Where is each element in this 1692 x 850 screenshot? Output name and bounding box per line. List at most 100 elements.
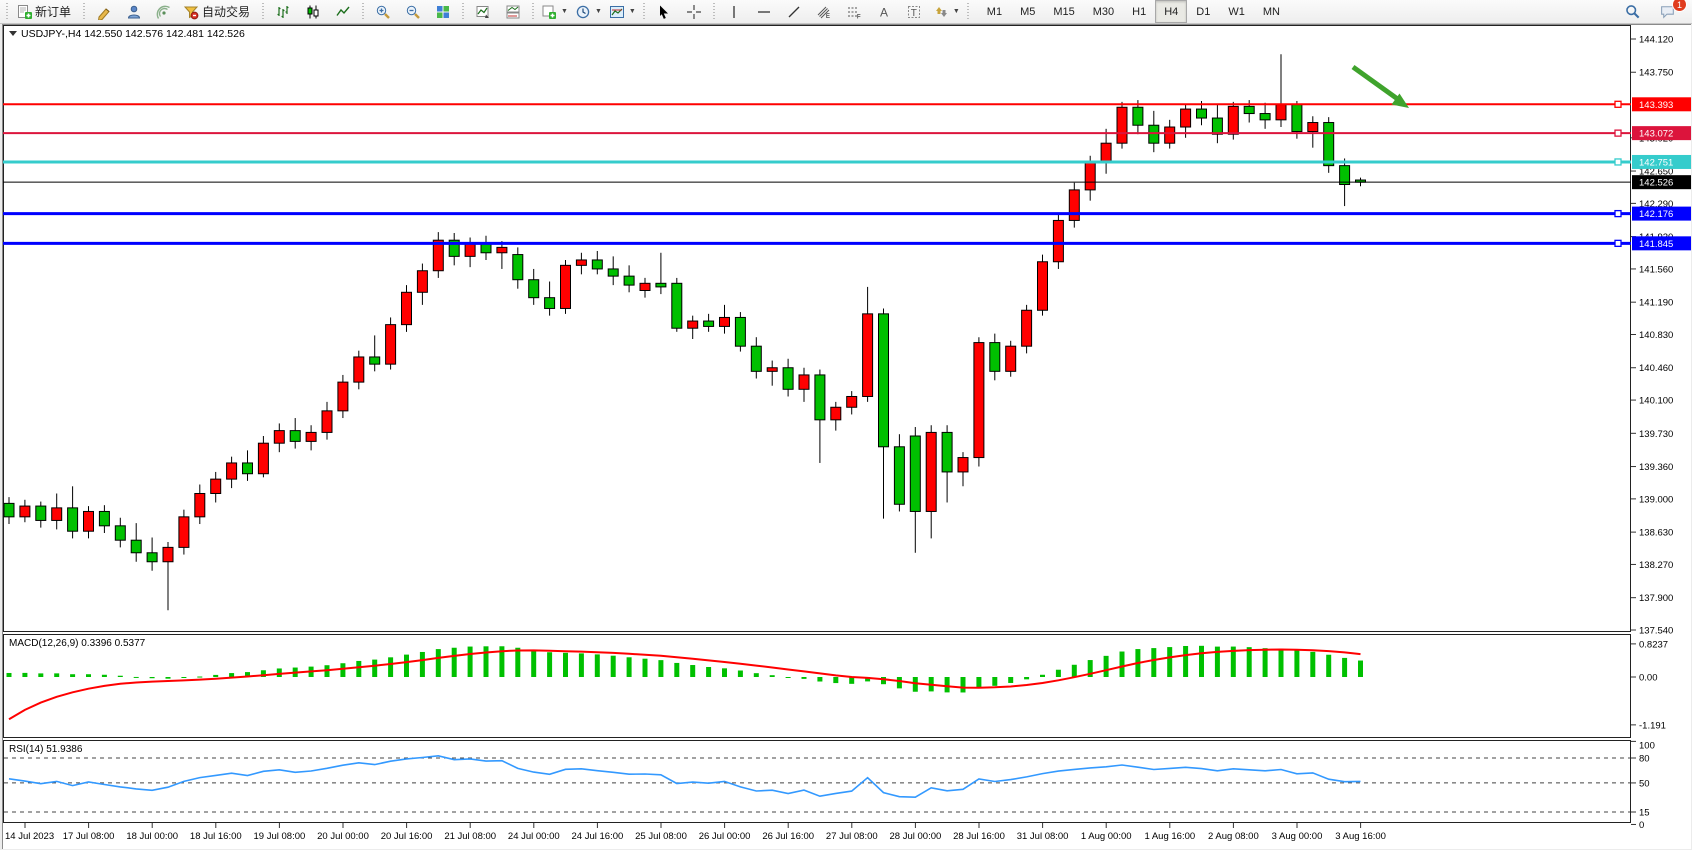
svg-text:142.751: 142.751 (1639, 157, 1673, 168)
line-chart-button[interactable] (328, 0, 357, 23)
svg-text:RSI(14) 51.9386: RSI(14) 51.9386 (9, 744, 83, 755)
toolbar-grip (966, 3, 971, 21)
svg-text:18 Jul 16:00: 18 Jul 16:00 (190, 831, 242, 842)
svg-text:141.190: 141.190 (1639, 298, 1673, 309)
trendline-icon (786, 4, 802, 20)
svg-text:140.100: 140.100 (1639, 396, 1673, 407)
timeframe-toolbar: M1M5M15M30H1H4D1W1MN (978, 0, 1289, 23)
svg-text:0.00: 0.00 (1639, 673, 1658, 684)
bar-chart-icon (275, 4, 291, 20)
indicators-button[interactable] (468, 0, 497, 23)
arrows-icon (933, 4, 949, 20)
svg-text:-1.191: -1.191 (1639, 720, 1666, 731)
templates-button[interactable]: ▼ (606, 0, 639, 23)
svg-text:139.730: 139.730 (1639, 429, 1673, 440)
zoom-in-button[interactable] (368, 0, 397, 23)
svg-text:140.460: 140.460 (1639, 363, 1673, 374)
svg-text:31 Jul 08:00: 31 Jul 08:00 (1017, 831, 1069, 842)
signal-icon (156, 4, 172, 20)
svg-text:142.526: 142.526 (1639, 178, 1673, 189)
svg-text:142.176: 142.176 (1639, 209, 1673, 220)
svg-text:2 Aug 08:00: 2 Aug 08:00 (1208, 831, 1259, 842)
autotrade-icon (183, 4, 199, 20)
line-chart-icon (335, 4, 351, 20)
toolbar-grip (530, 3, 535, 21)
svg-text:137.540: 137.540 (1639, 626, 1673, 637)
search-button[interactable] (1618, 0, 1647, 23)
toolbar-grip (460, 3, 465, 21)
svg-text:1 Aug 16:00: 1 Aug 16:00 (1144, 831, 1195, 842)
vertical-line-button[interactable] (720, 0, 749, 23)
notification-badge: 1 (1672, 0, 1687, 12)
horizontal-line-button[interactable] (750, 0, 779, 23)
crosshair-button[interactable] (680, 0, 709, 23)
svg-text:139.000: 139.000 (1639, 494, 1673, 505)
svg-text:24 Jul 00:00: 24 Jul 00:00 (508, 831, 560, 842)
community-button[interactable] (119, 0, 148, 23)
periods-button[interactable]: ▼ (572, 0, 605, 23)
timeframe-D1[interactable]: D1 (1187, 0, 1219, 23)
signals-button[interactable] (149, 0, 178, 23)
timeframe-H1[interactable]: H1 (1123, 0, 1155, 23)
toolbar-grip (260, 3, 265, 21)
channel-button[interactable]: E (810, 0, 839, 23)
svg-text:T: T (911, 7, 917, 18)
timeframe-M1[interactable]: M1 (978, 0, 1011, 23)
zoom-out-button[interactable] (398, 0, 427, 23)
tile-windows-button[interactable] (428, 0, 457, 23)
svg-text:140.830: 140.830 (1639, 330, 1673, 341)
svg-text:141.845: 141.845 (1639, 239, 1673, 250)
bar-chart-button[interactable] (268, 0, 297, 23)
candlestick-chart-button[interactable] (298, 0, 327, 23)
timeframe-MN[interactable]: MN (1254, 0, 1289, 23)
svg-text:18 Jul 00:00: 18 Jul 00:00 (126, 831, 178, 842)
channel-icon: E (816, 4, 832, 20)
svg-text:143.393: 143.393 (1639, 100, 1673, 111)
crayon-icon (96, 4, 112, 20)
vertical-line-icon (726, 4, 742, 20)
svg-text:F: F (857, 14, 861, 20)
fibonacci-button[interactable]: F (840, 0, 869, 23)
svg-text:21 Jul 08:00: 21 Jul 08:00 (444, 831, 496, 842)
clock-icon (575, 4, 591, 20)
svg-text:0.8237: 0.8237 (1639, 639, 1668, 650)
crosshair-icon (686, 4, 702, 20)
notifications-button[interactable]: 1 (1653, 0, 1682, 23)
svg-text:1 Aug 00:00: 1 Aug 00:00 (1081, 831, 1132, 842)
dropdown-arrow-icon: ▼ (595, 8, 602, 15)
svg-text:27 Jul 08:00: 27 Jul 08:00 (826, 831, 878, 842)
svg-text:0: 0 (1639, 820, 1644, 831)
cursor-button[interactable] (650, 0, 679, 23)
indicator-windows-button[interactable] (498, 0, 527, 23)
add-objects-button[interactable]: ▼ (538, 0, 571, 23)
timeframe-M30[interactable]: M30 (1084, 0, 1123, 23)
toolbar-grip (81, 3, 86, 21)
search-icon (1624, 3, 1641, 20)
svg-text:141.560: 141.560 (1639, 264, 1673, 275)
svg-text:17 Jul 08:00: 17 Jul 08:00 (63, 831, 115, 842)
timeframe-W1[interactable]: W1 (1219, 0, 1254, 23)
svg-text:143.750: 143.750 (1639, 68, 1673, 79)
trendline-button[interactable] (780, 0, 809, 23)
label-button[interactable]: T (900, 0, 929, 23)
timeframe-M5[interactable]: M5 (1011, 0, 1044, 23)
toolbar-grip (4, 3, 9, 21)
svg-text:MACD(12,26,9) 0.3396 0.5377: MACD(12,26,9) 0.3396 0.5377 (9, 638, 146, 649)
person-icon (126, 4, 142, 20)
toolbar-grip (712, 3, 717, 21)
indicators-icon (475, 4, 491, 20)
text-button[interactable]: A (870, 0, 899, 23)
add-chart-icon (541, 4, 557, 20)
chart-canvas[interactable]: USDJPY-,H4 142.550 142.576 142.481 142.5… (3, 25, 1691, 847)
arrows-button[interactable]: ▼ (930, 0, 963, 23)
autotrading-button[interactable]: 自动交易 (179, 0, 257, 23)
new-order-button[interactable]: 新订单 (12, 0, 78, 23)
svg-text:80: 80 (1639, 754, 1650, 765)
timeframe-M15[interactable]: M15 (1044, 0, 1083, 23)
new-order-icon (16, 4, 32, 20)
svg-text:28 Jul 16:00: 28 Jul 16:00 (953, 831, 1005, 842)
metaeditor-button[interactable] (89, 0, 118, 23)
svg-text:100: 100 (1639, 741, 1655, 752)
timeframe-H4[interactable]: H4 (1155, 0, 1187, 23)
svg-text:19 Jul 08:00: 19 Jul 08:00 (254, 831, 306, 842)
